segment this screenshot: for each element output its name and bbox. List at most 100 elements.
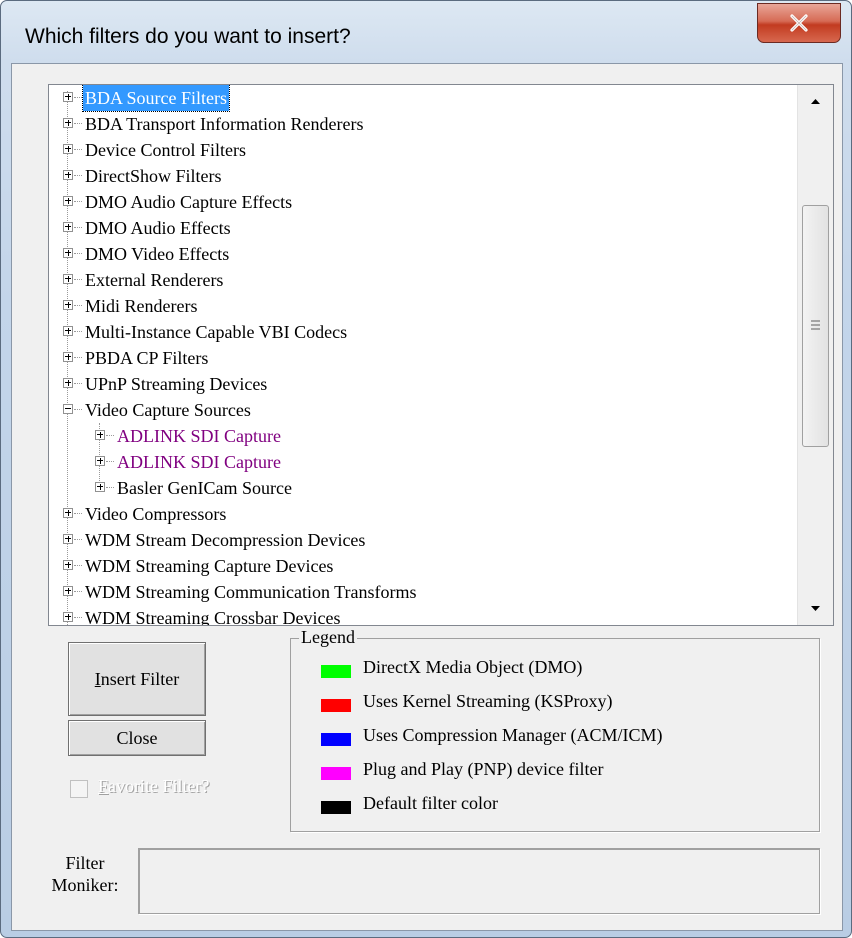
expand-icon[interactable]: [63, 378, 73, 388]
tree-category[interactable]: Multi-Instance Capable VBI Codecs: [49, 319, 797, 345]
tree-category[interactable]: PBDA CP Filters: [49, 345, 797, 371]
expand-icon[interactable]: [63, 508, 73, 518]
tree-item-label[interactable]: Midi Renderers: [83, 293, 199, 319]
expand-icon[interactable]: [63, 248, 73, 258]
expand-icon[interactable]: [63, 118, 73, 128]
filter-tree[interactable]: BDA Source Filters BDA Transport Informat…: [48, 84, 834, 626]
scroll-down-button[interactable]: [798, 593, 833, 625]
tree-item-label[interactable]: DMO Audio Effects: [83, 215, 233, 241]
expand-icon[interactable]: [63, 560, 73, 570]
tree-category[interactable]: Video Compressors: [49, 501, 797, 527]
tree-category[interactable]: DMO Video Effects: [49, 241, 797, 267]
tree-category[interactable]: Video Capture Sources: [49, 397, 797, 423]
tree-category[interactable]: DMO Audio Capture Effects: [49, 189, 797, 215]
tree-connector-dots: [74, 123, 82, 124]
favorite-filter-checkbox[interactable]: [70, 780, 88, 798]
tree-category[interactable]: DirectShow Filters: [49, 163, 797, 189]
expand-icon[interactable]: [95, 456, 105, 466]
expand-icon[interactable]: [63, 222, 73, 232]
tree-connector-dots: [74, 357, 82, 358]
tree-category[interactable]: WDM Streaming Communication Transforms: [49, 579, 797, 605]
tree-item-label[interactable]: WDM Stream Decompression Devices: [83, 527, 367, 553]
tree-item-label[interactable]: WDM Streaming Communication Transforms: [83, 579, 419, 605]
tree-category[interactable]: WDM Streaming Crossbar Devices: [49, 605, 797, 625]
expander-plus-bar: [67, 276, 69, 282]
title-bar[interactable]: Which filters do you want to insert?: [1, 1, 851, 65]
expand-icon[interactable]: [95, 430, 105, 440]
tree-item-label[interactable]: DirectShow Filters: [83, 163, 224, 189]
tree-item-label[interactable]: PBDA CP Filters: [83, 345, 210, 371]
tree-item-label[interactable]: DMO Audio Capture Effects: [83, 189, 294, 215]
insert-filter-label-rest: nsert Filter: [100, 668, 180, 689]
tree-category[interactable]: External Renderers: [49, 267, 797, 293]
expand-icon[interactable]: [63, 274, 73, 284]
scroll-up-button[interactable]: [798, 85, 833, 117]
expand-icon[interactable]: [95, 482, 105, 492]
expander-plus-bar: [67, 94, 69, 100]
tree-connector-dots: [74, 175, 82, 176]
tree-category[interactable]: UPnP Streaming Devices: [49, 371, 797, 397]
tree-item-label[interactable]: BDA Transport Information Renderers: [83, 111, 365, 137]
tree-item-label[interactable]: UPnP Streaming Devices: [83, 371, 269, 397]
tree-category[interactable]: DMO Audio Effects: [49, 215, 797, 241]
expand-icon[interactable]: [63, 352, 73, 362]
filter-moniker-label: Filter Moniker:: [42, 852, 128, 896]
insert-filter-button[interactable]: Insert Filter: [68, 642, 206, 716]
tree-item-label[interactable]: Multi-Instance Capable VBI Codecs: [83, 319, 349, 345]
tree-connector-dots: [74, 513, 82, 514]
expander-plus-bar: [67, 562, 69, 568]
filter-dialog-window: Which filters do you want to insert? BDA…: [0, 0, 852, 938]
expand-icon[interactable]: [63, 170, 73, 180]
tree-category[interactable]: Device Control Filters: [49, 137, 797, 163]
tree-item-label[interactable]: ADLINK SDI Capture: [115, 423, 283, 449]
tree-category[interactable]: BDA Source Filters: [49, 85, 797, 112]
tree-connector-dots: [74, 253, 82, 254]
expand-icon[interactable]: [63, 534, 73, 544]
expander-plus-bar: [67, 146, 69, 152]
expander-plus-bar: [99, 432, 101, 438]
tree-item-label[interactable]: Video Capture Sources: [83, 397, 253, 423]
expander-minus-bar: [65, 408, 71, 409]
tree-item-label[interactable]: ADLINK SDI Capture: [115, 449, 283, 475]
window-close-button[interactable]: [757, 3, 841, 43]
expand-icon[interactable]: [63, 612, 73, 622]
expand-icon[interactable]: [63, 144, 73, 154]
scroll-thumb[interactable]: [802, 205, 829, 447]
tree-item-label[interactable]: WDM Streaming Capture Devices: [83, 553, 335, 579]
tree-filter-item[interactable]: Basler GenICam Source: [49, 475, 797, 501]
expand-icon[interactable]: [63, 586, 73, 596]
tree-item-label[interactable]: Device Control Filters: [83, 137, 248, 163]
tree-item-label[interactable]: DMO Video Effects: [83, 241, 231, 267]
expand-icon[interactable]: [63, 300, 73, 310]
tree-category[interactable]: BDA Transport Information Renderers: [49, 111, 797, 137]
filter-moniker-field: [138, 848, 820, 914]
expand-icon[interactable]: [63, 196, 73, 206]
collapse-icon[interactable]: [63, 404, 73, 414]
tree-connector-dots: [74, 591, 82, 592]
tree-vertical-scrollbar[interactable]: [797, 85, 833, 625]
expander-plus-bar: [67, 302, 69, 308]
tree-category[interactable]: WDM Stream Decompression Devices: [49, 527, 797, 553]
tree-item-label[interactable]: BDA Source Filters: [82, 85, 230, 112]
tree-item-label[interactable]: External Renderers: [83, 267, 225, 293]
tree-connector-dots: [74, 149, 82, 150]
expander-plus-bar: [67, 328, 69, 334]
tree-connector-dots: [74, 97, 82, 98]
legend-entry-label: Plug and Play (PNP) device filter: [363, 759, 604, 779]
tree-category[interactable]: WDM Streaming Capture Devices: [49, 553, 797, 579]
tree-category[interactable]: Midi Renderers: [49, 293, 797, 319]
window-title: Which filters do you want to insert?: [25, 25, 351, 48]
tree-item-label[interactable]: WDM Streaming Crossbar Devices: [83, 605, 342, 625]
tree-filter-item[interactable]: ADLINK SDI Capture: [49, 423, 797, 449]
tree-connector-dots: [106, 487, 114, 488]
expand-icon[interactable]: [63, 326, 73, 336]
tree-item-label[interactable]: Basler GenICam Source: [115, 475, 294, 501]
moniker-label-line1: Filter: [65, 853, 105, 873]
expander-plus-bar: [67, 224, 69, 230]
tree-filter-item[interactable]: ADLINK SDI Capture: [49, 449, 797, 475]
tree-item-label[interactable]: Video Compressors: [83, 501, 228, 527]
expand-icon[interactable]: [63, 92, 73, 102]
tree-connector-dots: [74, 331, 82, 332]
close-dialog-button[interactable]: Close: [68, 720, 206, 756]
favorite-mnemonic: F: [98, 776, 109, 796]
